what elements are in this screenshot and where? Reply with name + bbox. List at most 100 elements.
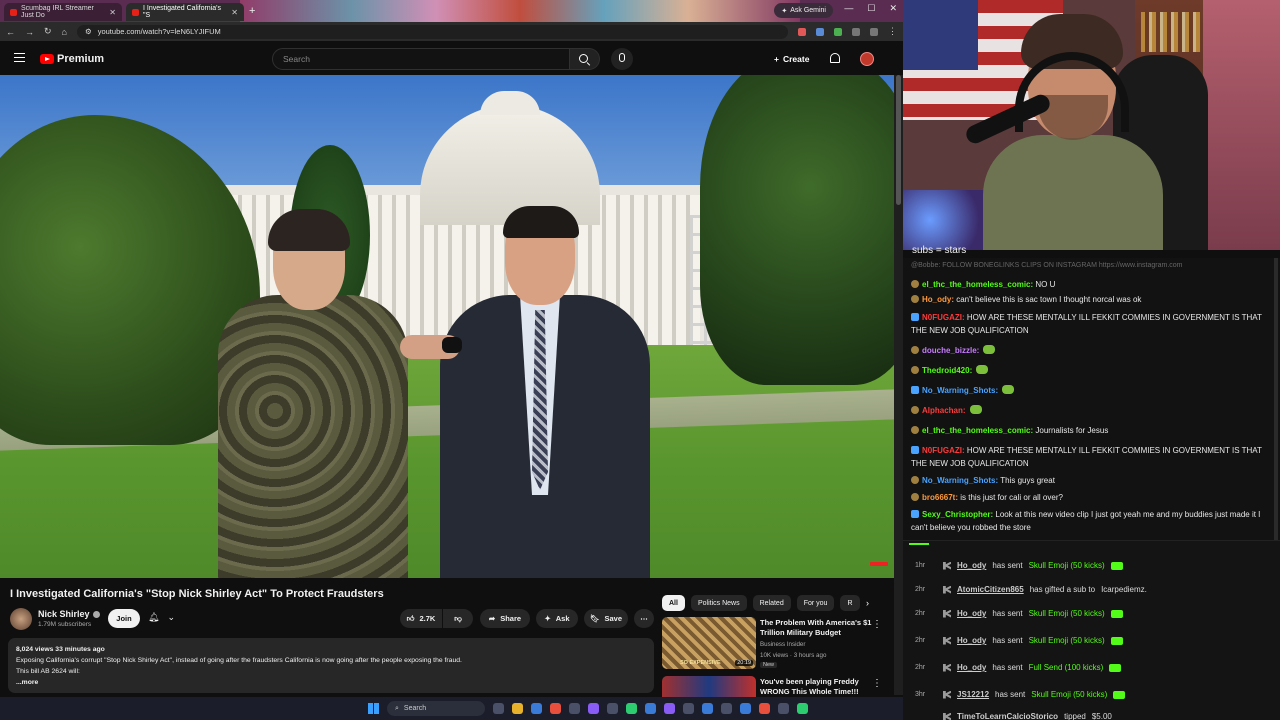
minimize-icon[interactable]: — xyxy=(844,3,853,14)
chrome-icon[interactable] xyxy=(550,703,561,714)
extension-icon[interactable] xyxy=(798,27,806,36)
edge-icon[interactable] xyxy=(531,703,542,714)
video-thumbnail[interactable]: SO EXPENSIVE 20:19 xyxy=(662,617,756,669)
profile-icon[interactable] xyxy=(870,27,878,36)
home-icon[interactable]: ⌂ xyxy=(62,27,67,37)
recommended-title[interactable]: You've been playing Freddy WRONG This Wh… xyxy=(760,677,872,697)
chip-truncated[interactable]: R xyxy=(840,595,860,611)
ask-gemini-button[interactable]: ✦ Ask Gemini xyxy=(774,3,833,18)
site-info-icon[interactable]: ⚙ xyxy=(85,27,92,36)
chip-politics-news[interactable]: Politics News xyxy=(690,595,747,611)
subscription-bell[interactable]: 🔔︎ ⌄ xyxy=(148,612,175,623)
chat-username[interactable]: el_thc_the_homeless_comic: xyxy=(922,426,1033,435)
account-avatar[interactable] xyxy=(860,52,874,66)
chat-username[interactable]: el_thc_the_homeless_comic: xyxy=(922,280,1033,289)
like-button[interactable]: 👍︎ 2.7K xyxy=(400,609,442,628)
more-vert-icon[interactable]: ⋮ xyxy=(872,678,882,689)
app-icon[interactable] xyxy=(797,703,808,714)
dislike-button[interactable]: 👎︎ xyxy=(443,609,473,628)
chat-username[interactable]: Alphachan: xyxy=(922,406,966,415)
close-icon[interactable]: ✕ xyxy=(231,8,238,17)
extension-icon[interactable] xyxy=(852,27,860,36)
recommended-channel[interactable]: Business Insider xyxy=(760,641,805,648)
extension-icon[interactable] xyxy=(834,27,842,36)
chat-username[interactable]: No_Warning_Shots: xyxy=(922,476,998,485)
scrollbar-thumb[interactable] xyxy=(896,75,901,205)
channel-name[interactable]: Nick Shirley xyxy=(38,609,100,619)
chat-message: No_Warning_Shots: xyxy=(911,384,1276,397)
chip-for-you[interactable]: For you xyxy=(796,595,835,611)
notifications-bell-icon[interactable] xyxy=(830,53,840,63)
task-view-icon[interactable] xyxy=(493,703,504,714)
page-scrollbar[interactable] xyxy=(894,75,903,695)
event-user[interactable]: Ho_ody xyxy=(957,609,986,618)
chat-username[interactable]: No_Warning_Shots: xyxy=(922,386,998,395)
taskbar-search[interactable]: ⌕ Search xyxy=(387,701,485,716)
url-field[interactable]: ⚙ youtube.com/watch?v=leN6LYJIFUM xyxy=(76,24,788,39)
file-explorer-icon[interactable] xyxy=(512,703,523,714)
search-input[interactable]: Search xyxy=(272,48,570,70)
chat-username[interactable]: Sexy_Christopher: xyxy=(922,510,993,519)
app-icon[interactable] xyxy=(778,703,789,714)
event-user[interactable]: AtomicCitizen865 xyxy=(957,585,1024,594)
close-window-icon[interactable]: ✕ xyxy=(889,3,897,14)
app-icon[interactable] xyxy=(740,703,751,714)
event-user[interactable]: Ho_ody xyxy=(957,663,986,672)
app-icon[interactable] xyxy=(645,703,656,714)
create-button[interactable]: + Create xyxy=(768,50,815,68)
more-vert-icon[interactable]: ⋮ xyxy=(872,619,882,630)
save-button[interactable]: 🔖︎ Save xyxy=(584,609,628,628)
event-user[interactable]: Ho_ody xyxy=(957,636,986,645)
search-button[interactable] xyxy=(570,48,600,70)
hamburger-menu-icon[interactable] xyxy=(14,53,25,62)
extension-icon[interactable] xyxy=(816,27,824,36)
event-user[interactable]: Ho_ody xyxy=(957,561,986,570)
app-icon[interactable] xyxy=(588,703,599,714)
spotify-icon[interactable] xyxy=(626,703,637,714)
description-box[interactable]: 8,024 views 33 minutes ago Exposing Cali… xyxy=(8,638,654,693)
event-user[interactable]: TimeToLearnCalcioStorico xyxy=(957,712,1058,720)
app-icon[interactable] xyxy=(721,703,732,714)
user-badge-icon xyxy=(911,346,919,354)
recommended-title[interactable]: The Problem With America's $1 Trillion M… xyxy=(760,618,872,638)
show-more-link[interactable]: ...more xyxy=(16,677,646,688)
chat-username[interactable]: douche_bizzle: xyxy=(922,346,979,355)
browser-tab[interactable]: Scumbag IRL Streamer Just Do ✕ xyxy=(4,3,122,21)
maximize-icon[interactable]: ☐ xyxy=(867,3,875,14)
voice-search-button[interactable] xyxy=(611,48,633,70)
chip-all[interactable]: All xyxy=(662,595,685,611)
app-icon[interactable] xyxy=(702,703,713,714)
new-tab-icon[interactable]: + xyxy=(249,5,255,17)
recommended-video[interactable]: SO EXPENSIVE 20:19 The Problem With Amer… xyxy=(662,617,894,669)
browser-tab-active[interactable]: I Investigated California's "S ✕ xyxy=(126,3,244,21)
app-icon[interactable] xyxy=(607,703,618,714)
chat-scrollbar[interactable] xyxy=(1274,258,1278,540)
chat-username[interactable]: Ho_ody: xyxy=(922,295,954,304)
chat-username[interactable]: N0FUGAZI: xyxy=(922,313,965,322)
back-icon[interactable]: ← xyxy=(6,27,15,37)
ask-button[interactable]: ✦ Ask xyxy=(536,609,578,628)
reload-icon[interactable]: ↻ xyxy=(44,26,52,37)
share-button[interactable]: ➦ Share xyxy=(480,609,530,628)
forward-icon[interactable]: → xyxy=(25,27,34,37)
video-progress-indicator[interactable] xyxy=(870,562,888,566)
app-icon[interactable] xyxy=(683,703,694,714)
save-label: Save xyxy=(604,614,623,623)
youtube-logo[interactable]: Premium xyxy=(40,53,104,65)
more-actions-button[interactable]: ⋯ xyxy=(634,609,654,628)
browser-menu-icon[interactable]: ⋮ xyxy=(888,26,897,37)
event-user[interactable]: JS12212 xyxy=(957,690,989,699)
app-icon[interactable] xyxy=(759,703,770,714)
app-icon[interactable] xyxy=(664,703,675,714)
chat-username[interactable]: N0FUGAZI: xyxy=(922,446,965,455)
chip-related[interactable]: Related xyxy=(752,595,791,611)
channel-avatar[interactable] xyxy=(10,608,32,630)
chat-username[interactable]: Thedroid420: xyxy=(922,366,972,375)
video-player[interactable] xyxy=(0,75,894,578)
join-button[interactable]: Join xyxy=(108,609,140,628)
chevron-right-icon[interactable]: › xyxy=(866,598,869,608)
close-icon[interactable]: ✕ xyxy=(109,8,116,17)
app-icon[interactable] xyxy=(569,703,580,714)
windows-start-icon[interactable] xyxy=(368,703,379,714)
chat-username[interactable]: bro6667t: xyxy=(922,493,958,502)
